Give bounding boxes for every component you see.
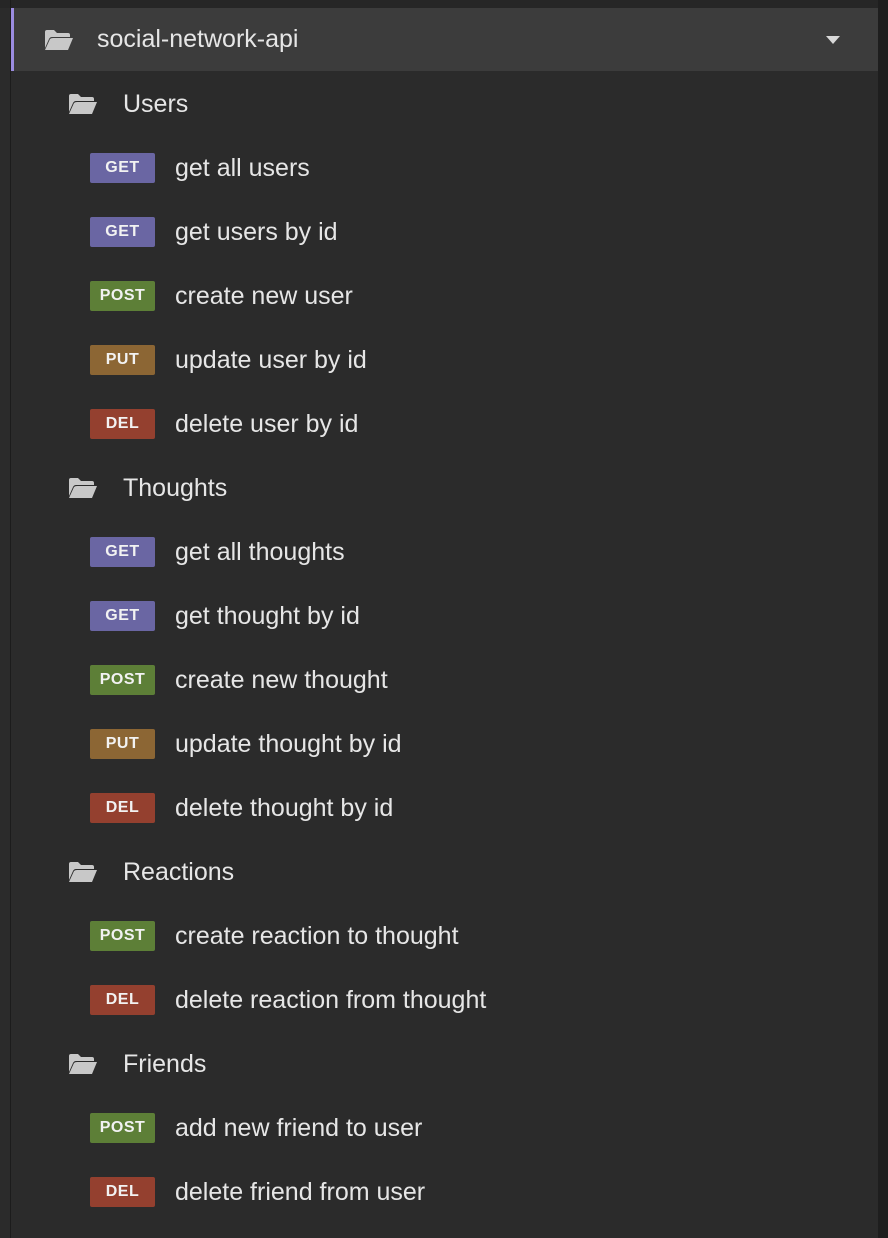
request-item[interactable]: GET get all users [11,136,878,200]
folder-open-icon [68,93,98,115]
request-item[interactable]: GET get thought by id [11,584,878,648]
folder-users[interactable]: Users [11,72,878,136]
request-item[interactable]: DEL delete thought by id [11,776,878,840]
folder-open-icon [44,29,74,51]
request-item[interactable]: DEL delete friend from user [11,1160,878,1224]
collection-header[interactable]: social-network-api [11,8,878,71]
request-label: delete reaction from thought [175,986,487,1014]
request-item[interactable]: DEL delete user by id [11,392,878,456]
method-badge: PUT [90,345,155,375]
request-label: create new user [175,282,353,310]
method-badge: DEL [90,1177,155,1207]
method-badge: DEL [90,409,155,439]
request-label: add new friend to user [175,1114,423,1142]
method-badge: POST [90,281,155,311]
folder-label: Users [123,90,189,118]
request-label: update thought by id [175,730,402,758]
request-label: create reaction to thought [175,922,459,950]
method-badge: POST [90,1113,155,1143]
caret-down-icon[interactable] [826,36,840,44]
request-item[interactable]: POST add new friend to user [11,1096,878,1160]
request-label: get all users [175,154,310,182]
method-badge: PUT [90,729,155,759]
method-badge: POST [90,921,155,951]
request-item[interactable]: GET get all thoughts [11,520,878,584]
folder-label: Friends [123,1050,207,1078]
right-border [878,0,888,1238]
method-badge: DEL [90,985,155,1015]
folder-open-icon [68,477,98,499]
top-strip [0,0,888,8]
request-label: get thought by id [175,602,360,630]
request-label: delete friend from user [175,1178,426,1206]
request-item[interactable]: POST create reaction to thought [11,904,878,968]
folder-open-icon [68,1053,98,1075]
request-label: update user by id [175,346,367,374]
collection-title: social-network-api [97,25,299,53]
folder-open-icon [68,861,98,883]
request-label: create new thought [175,666,388,694]
request-item[interactable]: POST create new user [11,264,878,328]
folder-friends[interactable]: Friends [11,1032,878,1096]
method-badge: POST [90,665,155,695]
collection-tree: Users GET get all users GET get users by id P… [11,72,878,1224]
method-badge: GET [90,217,155,247]
sidebar-panel: social-network-api Users GET get all users… [0,0,888,1238]
request-item[interactable]: POST create new thought [11,648,878,712]
request-item[interactable]: DEL delete reaction from thought [11,968,878,1032]
method-badge: GET [90,537,155,567]
request-label: get users by id [175,218,338,246]
request-item[interactable]: GET get users by id [11,200,878,264]
folder-reactions[interactable]: Reactions [11,840,878,904]
request-label: delete user by id [175,410,359,438]
folder-thoughts[interactable]: Thoughts [11,456,878,520]
method-badge: DEL [90,793,155,823]
request-label: get all thoughts [175,538,345,566]
request-label: delete thought by id [175,794,394,822]
request-item[interactable]: PUT update user by id [11,328,878,392]
folder-label: Reactions [123,858,235,886]
method-badge: GET [90,601,155,631]
request-item[interactable]: PUT update thought by id [11,712,878,776]
method-badge: GET [90,153,155,183]
folder-label: Thoughts [123,474,228,502]
